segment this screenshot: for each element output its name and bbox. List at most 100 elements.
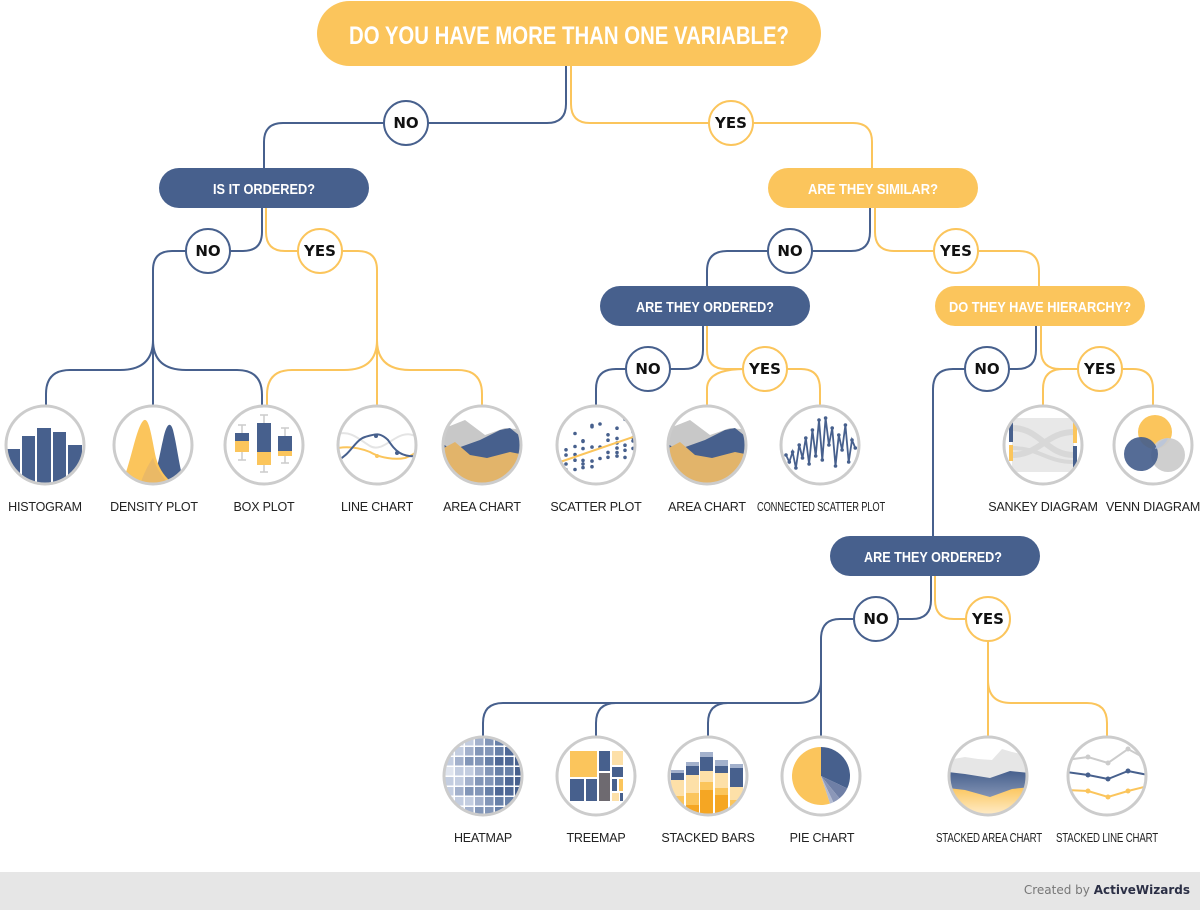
leaf-label-stacked-line-chart: STACKED LINE CHART: [1056, 831, 1158, 845]
treemap-icon: [555, 735, 637, 817]
heatmap-cell: [505, 767, 514, 776]
connected-dot: [853, 446, 858, 450]
area-chart-icon: [441, 404, 523, 486]
connected-dot: [843, 423, 848, 427]
stacked-bar-segment: [671, 773, 684, 780]
scatter-dot: [573, 431, 577, 436]
sankey-diagram-icon: [1002, 404, 1084, 486]
connected-dot: [817, 418, 821, 422]
stacked-bar-segment: [730, 764, 743, 768]
heatmap-cell: [475, 767, 484, 776]
heatmap-cell: [465, 767, 474, 776]
connected-dot: [840, 448, 844, 452]
stacked-bar-segment: [671, 806, 684, 814]
scatter-dot: [590, 464, 594, 469]
answer-ordered2-yes: YES: [965, 596, 1011, 642]
heatmap-cell: [475, 757, 484, 766]
heatmap-cell: [475, 777, 484, 786]
connected-dot: [823, 416, 828, 420]
scatter-dot: [606, 438, 610, 443]
connected-dot: [820, 458, 825, 462]
stacked-bar-segment: [700, 757, 713, 771]
scatter-dot: [615, 446, 619, 450]
scatter-dot: [573, 467, 577, 472]
scatter-dot: [573, 444, 577, 449]
answer-ordered1-no: NO: [625, 346, 671, 392]
heatmap-cell: [485, 797, 494, 806]
footer-credit: Created by ActiveWizards: [1024, 883, 1190, 897]
box-plot-icon: [223, 404, 305, 486]
connected-dot: [800, 456, 805, 460]
scatter-dot: [623, 448, 627, 453]
connector-yes-venn: [1119, 368, 1154, 408]
scatter-dot: [564, 462, 568, 466]
scatter-dot: [615, 454, 619, 458]
question-root: DO YOU HAVE MORE THAN ONE VARIABLE?: [317, 1, 821, 66]
connector-ordered1-yes-area: [706, 323, 746, 408]
heatmap-cell: [465, 777, 474, 786]
question-are-they-similar-text: ARE THEY SIMILAR?: [808, 181, 938, 198]
stacked-bar-segment: [686, 775, 699, 793]
connected-scatter-plot-icon: [779, 404, 861, 486]
scatter-dot: [564, 448, 568, 452]
scatter-dot: [623, 443, 627, 448]
connector-hierarchy-yes: [1040, 323, 1081, 370]
scatter-dot: [615, 426, 619, 431]
leaf-label-pie-chart: PIE CHART: [790, 831, 855, 845]
scatter-dot: [623, 455, 627, 460]
leaf-label-venn-diagram: VENN DIAGRAM: [1106, 500, 1200, 514]
connector-no-histogram: [45, 339, 154, 408]
area-chart-icon: [666, 404, 748, 486]
footer-brand-link[interactable]: ActiveWizards: [1094, 883, 1190, 897]
heatmap-cell: [485, 747, 494, 756]
stacked-bar-segment: [686, 793, 699, 805]
answer-isordered-no: NO: [185, 228, 231, 274]
scatter-dot: [573, 458, 577, 463]
density-plot-icon: [112, 404, 194, 486]
connector-no-stackedbars: [707, 702, 729, 738]
heatmap-cell: [445, 738, 454, 746]
leaf-label-connected-scatter-plot: CONNECTED SCATTER PLOT: [757, 500, 885, 514]
scatter-dot: [598, 422, 602, 426]
question-do-they-have-hierarchy: DO THEY HAVE HIERARCHY?: [935, 286, 1145, 326]
connector-no-boxplot: [152, 339, 263, 408]
answer-label: YES: [939, 242, 972, 260]
question-are-they-ordered-1: ARE THEY ORDERED?: [600, 286, 810, 326]
answer-root-yes: YES: [708, 100, 754, 146]
connected-dot: [807, 462, 811, 466]
answer-label: NO: [195, 242, 220, 260]
heatmap-cell: [465, 787, 474, 796]
answer-label: YES: [971, 610, 1004, 628]
scatter-dot: [590, 423, 594, 428]
question-are-they-similar: ARE THEY SIMILAR?: [768, 168, 978, 208]
leaf-label-sankey-diagram: SANKEY DIAGRAM: [988, 500, 1098, 514]
connected-dot: [813, 454, 818, 458]
connected-dot: [804, 436, 808, 440]
heatmap-cell: [485, 767, 494, 776]
heatmap-cell: [495, 757, 504, 766]
scatter-dot: [581, 458, 585, 463]
answer-label: NO: [777, 242, 802, 260]
footer-prefix: Created by: [1023, 883, 1094, 897]
heatmap-cell: [505, 777, 514, 786]
answer-root-no: NO: [383, 100, 429, 146]
connected-dot: [837, 433, 841, 437]
pie-chart-icon: [780, 735, 862, 817]
answer-hierarchy-no: NO: [964, 346, 1010, 392]
heatmap-cell: [475, 787, 484, 796]
connected-dot: [797, 443, 801, 447]
heatmap-cell: [445, 807, 454, 814]
footer: Created by ActiveWizards: [0, 872, 1200, 910]
scatter-dot: [598, 456, 602, 461]
scatter-dot: [606, 450, 610, 455]
heatmap-cell: [485, 777, 494, 786]
heatmap-cell: [465, 797, 474, 806]
answer-ordered2-no: NO: [853, 596, 899, 642]
heatmap-cell: [505, 757, 514, 766]
connector-yes-stackedline: [987, 679, 1108, 738]
stacked-line-chart-icon: [1066, 735, 1148, 817]
stacked-bar-segment: [715, 788, 728, 795]
scatter-plot-icon: [555, 404, 637, 486]
flowchart-canvas: DO YOU HAVE MORE THAN ONE VARIABLE? IS I…: [4, 1, 1200, 845]
heatmap-cell: [455, 777, 464, 786]
